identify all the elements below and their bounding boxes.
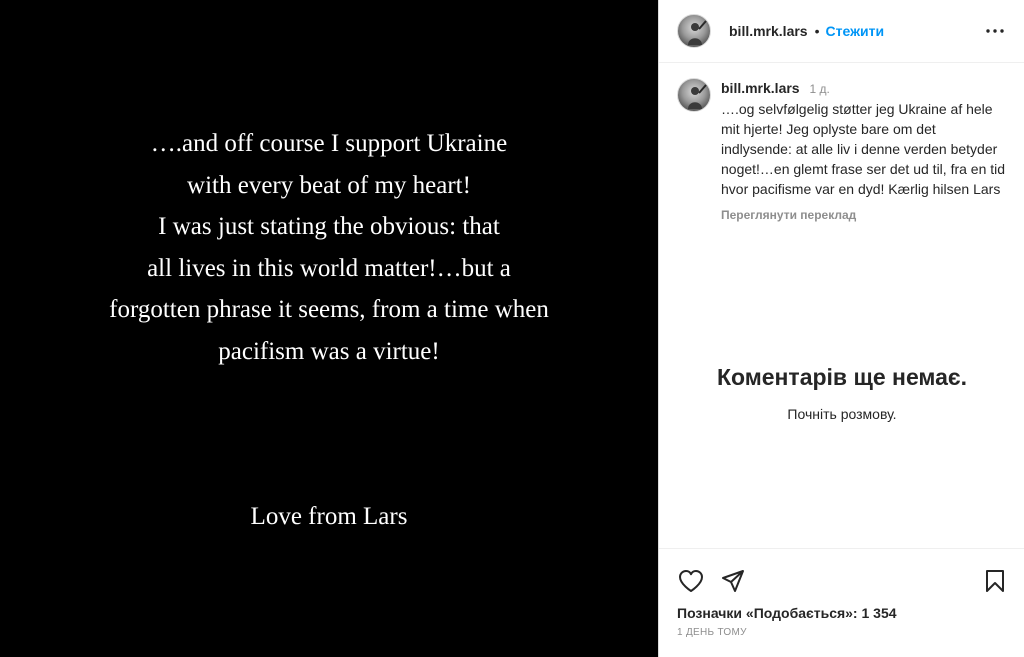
action-bar: [677, 567, 1009, 597]
image-text-line: pacifism was a virtue!: [218, 337, 440, 365]
header-username[interactable]: bill.mrk.lars: [729, 23, 808, 39]
caption-username[interactable]: bill.mrk.lars: [721, 80, 800, 96]
post-image[interactable]: ….and off course I support Ukraine with …: [0, 0, 658, 657]
image-text-line: forgotten phrase it seems, from a time w…: [109, 296, 549, 323]
caption-time[interactable]: 1 д.: [809, 82, 829, 96]
caption-text: ….og selvfølgelig støtter jeg Ukraine af…: [721, 101, 1006, 197]
caption-body: bill.mrk.lars 1 д. ….og selvfølgelig stø…: [721, 78, 1007, 222]
paper-plane-icon[interactable]: [719, 567, 747, 595]
heart-icon[interactable]: [677, 567, 705, 595]
image-signature-line: Love from Lars: [250, 503, 408, 530]
header-separator: •: [814, 23, 820, 39]
avatar[interactable]: [677, 14, 711, 48]
likes-count[interactable]: Позначки «Подобається»: 1 354: [677, 605, 897, 621]
no-comments-title: Коментарів ще немає.: [716, 364, 968, 390]
post-image-text: ….and off course I support Ukraine with …: [0, 123, 658, 372]
image-text-line: ….and off course I support Ukraine: [150, 130, 508, 157]
see-translation-button[interactable]: Переглянути переклад: [721, 208, 1007, 222]
image-text-line: with every beat of my heart!: [187, 171, 471, 199]
avatar-person-icon: [688, 84, 707, 109]
avatar-person-icon: [688, 20, 707, 45]
image-text-line: all lives in this world matter!…but a: [147, 254, 511, 282]
post-timestamp[interactable]: 1 день тому: [677, 627, 747, 638]
post-actions-section: Позначки «Подобається»: 1 354 1 день том…: [659, 548, 1024, 657]
caption-avatar[interactable]: [677, 78, 711, 112]
instagram-post-modal: ….and off course I support Ukraine with …: [0, 0, 1024, 657]
follow-button[interactable]: Стежити: [826, 23, 885, 39]
post-header: bill.mrk.lars • Стежити: [659, 0, 1024, 63]
more-options-icon[interactable]: [984, 20, 1006, 42]
start-conversation-text: Почніть розмову.: [787, 406, 897, 422]
post-image-signature: Love from Lars: [0, 496, 658, 538]
bookmark-icon[interactable]: [981, 567, 1009, 595]
post-side-panel: bill.mrk.lars • Стежити bill.mrk.lars 1 …: [658, 0, 1024, 657]
caption-header: bill.mrk.lars 1 д.: [721, 78, 1007, 99]
post-caption: bill.mrk.lars 1 д. ….og selvfølgelig stø…: [677, 78, 1007, 222]
image-text-line: I was just stating the obvious: that: [158, 213, 500, 240]
